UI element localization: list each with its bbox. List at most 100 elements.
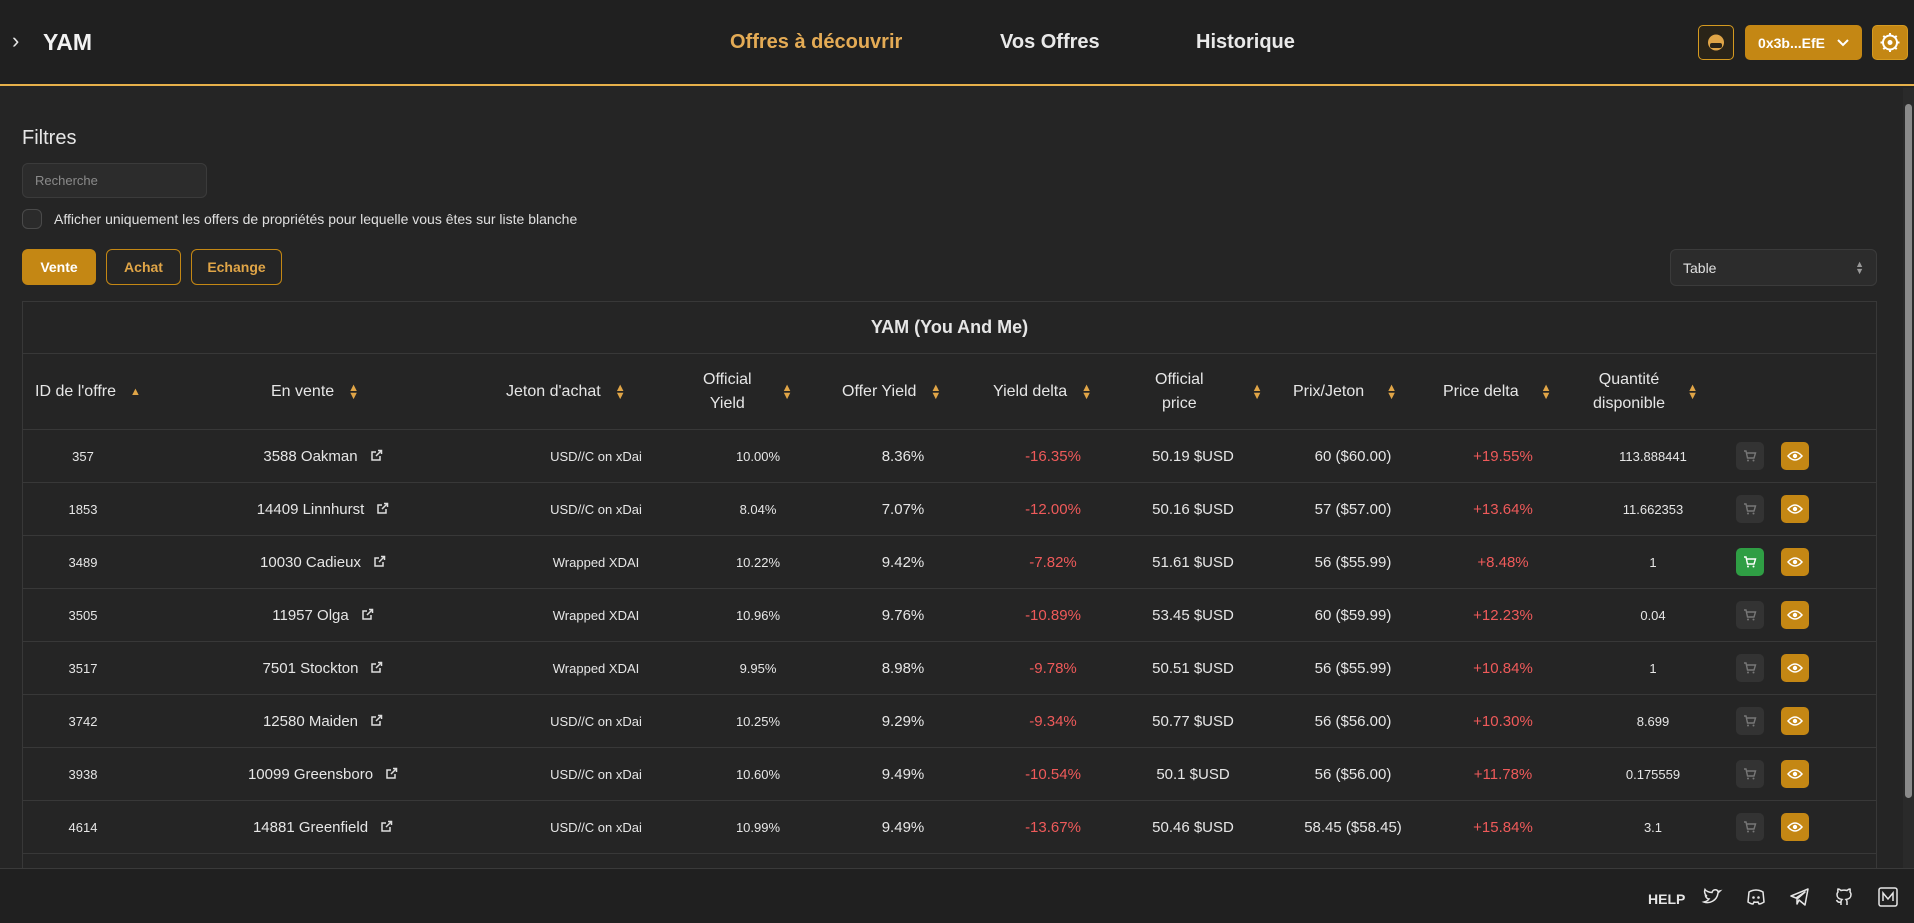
column-header-id[interactable]: ID de l'offre ▲ [35,354,141,430]
buy-button[interactable] [1736,495,1764,523]
offer-id: 4614 [68,820,98,835]
column-header-yield-delta[interactable]: Yield delta ▲ ▼ [993,354,1092,430]
search-input[interactable] [22,163,207,198]
official-yield: 10.60% [735,767,781,782]
medium-icon[interactable] [1877,886,1899,908]
buy-button[interactable] [1736,654,1764,682]
purchase-token: USD//C on xDai [550,714,642,729]
offer-yield: 8.36% [881,448,925,465]
column-header-en-vente[interactable]: En vente ▲ ▼ [271,354,359,430]
sort-icon[interactable]: ▲ ▼ [930,383,941,402]
view-offer-button[interactable] [1781,813,1809,841]
offer-yield: 9.42% [881,554,925,571]
settings-button[interactable] [1872,25,1908,60]
nav-offres-a-decouvrir[interactable]: Offres à découvrir [730,31,902,54]
offer-id: 3505 [68,608,98,623]
column-header-jeton-achat[interactable]: Jeton d'achat ▲ ▼ [506,354,626,430]
external-link-icon[interactable] [370,661,383,677]
nav-vos-offres[interactable]: Vos Offres [1000,31,1100,54]
view-offer-button[interactable] [1781,760,1809,788]
select-arrows-icon: ▲ ▼ [1855,258,1864,276]
filter-vente-button[interactable]: Vente [22,249,96,285]
external-link-icon[interactable] [370,449,383,465]
view-mode-select[interactable]: Table ▲ ▼ [1670,249,1877,286]
view-offer-button[interactable] [1781,442,1809,470]
external-link-icon[interactable] [385,767,398,783]
sort-asc-icon[interactable]: ▲ [130,387,141,398]
page-scrollbar[interactable] [1903,88,1914,868]
discord-icon[interactable] [1745,886,1767,908]
available-quantity: 8.699 [1636,714,1670,729]
external-link-icon[interactable] [380,820,393,836]
property-name-cell: 3588 Oakman [173,430,473,483]
buy-button[interactable] [1736,760,1764,788]
buy-button[interactable] [1736,813,1764,841]
buy-button[interactable] [1736,548,1764,576]
column-header-prix-jeton[interactable]: Prix/Jeton ▲ ▼ [1293,354,1397,430]
app-logo[interactable]: YAM [43,29,92,56]
cart-icon [1744,662,1757,674]
buy-button[interactable] [1736,601,1764,629]
column-header-price-delta[interactable]: Price delta ▲ ▼ [1443,354,1551,430]
external-link-icon[interactable] [370,714,383,730]
whitelist-checkbox-label: Afficher uniquement les offers de propri… [54,211,578,227]
view-offer-button[interactable] [1781,707,1809,735]
sort-icon[interactable]: ▲ ▼ [1252,383,1263,402]
scrollbar-thumb[interactable] [1905,104,1912,798]
github-icon[interactable] [1833,886,1855,908]
buy-button[interactable] [1736,442,1764,470]
sort-icon[interactable]: ▲ ▼ [1386,383,1397,402]
telegram-icon[interactable] [1789,886,1811,908]
sort-icon[interactable]: ▲ ▼ [1081,383,1092,402]
property-name: 12580 Maiden [262,713,359,730]
offer-yield: 9.29% [881,713,925,730]
sort-icon[interactable]: ▲ ▼ [1687,383,1698,402]
table-row: 357 3588 Oakman USD//C on xDai 10.00% 8.… [23,430,1876,483]
view-offer-button[interactable] [1781,654,1809,682]
top-header: › YAM Offres à découvrir Vos Offres Hist… [0,0,1914,86]
wallet-button[interactable]: 0x3b...EfE [1745,25,1862,60]
buy-button[interactable] [1736,707,1764,735]
sort-icon[interactable]: ▲ ▼ [348,383,359,402]
property-name: 11957 Olga [272,607,349,624]
eye-icon [1787,504,1803,514]
eye-icon [1787,822,1803,832]
nav-historique[interactable]: Historique [1196,31,1295,54]
whitelist-checkbox[interactable] [22,209,42,229]
view-offer-button[interactable] [1781,548,1809,576]
help-link[interactable]: HELP [1648,891,1685,907]
gear-icon [1880,33,1900,52]
sort-icon[interactable]: ▲ ▼ [615,383,626,402]
table-row: 3742 12580 Maiden USD//C on xDai 10.25% … [23,695,1876,748]
offer-id: 3938 [68,767,98,782]
filter-achat-button[interactable]: Achat [106,249,181,285]
view-offer-button[interactable] [1781,601,1809,629]
table-row: 3505 11957 Olga Wrapped XDAI 10.96% 9.76… [23,589,1876,642]
external-link-icon[interactable] [361,608,374,624]
external-link-icon[interactable] [373,555,386,571]
column-header-official-price[interactable]: Official price ▲ ▼ [1155,354,1263,430]
offer-yield: 9.76% [881,607,925,624]
twitter-icon[interactable] [1701,886,1723,908]
external-link-icon[interactable] [376,502,389,518]
cart-icon [1744,768,1757,780]
column-header-quantite[interactable]: Quantité disponible ▲ ▼ [1593,354,1698,430]
purchase-token: USD//C on xDai [550,767,642,782]
property-name-cell: 10030 Cadieux [173,536,473,589]
purchase-token: USD//C on xDai [550,820,642,835]
official-price: 51.61 $USD [1152,554,1234,571]
sort-icon[interactable]: ▲ ▼ [1541,383,1552,402]
column-header-offer-yield[interactable]: Offer Yield ▲ ▼ [842,354,941,430]
sort-icon[interactable]: ▲ ▼ [782,383,793,402]
theme-toggle-button[interactable] [1698,25,1734,60]
view-offer-button[interactable] [1781,495,1809,523]
offer-yield: 9.49% [881,819,925,836]
eye-icon [1787,716,1803,726]
filter-echange-button[interactable]: Echange [191,249,282,285]
expand-sidebar-icon[interactable]: › [12,30,28,52]
column-header-official-yield[interactable]: Official Yield ▲ ▼ [703,354,793,430]
filters-title: Filtres [22,127,77,149]
available-quantity: 0.04 [1640,608,1666,623]
eye-icon [1787,557,1803,567]
eye-icon [1787,610,1803,620]
